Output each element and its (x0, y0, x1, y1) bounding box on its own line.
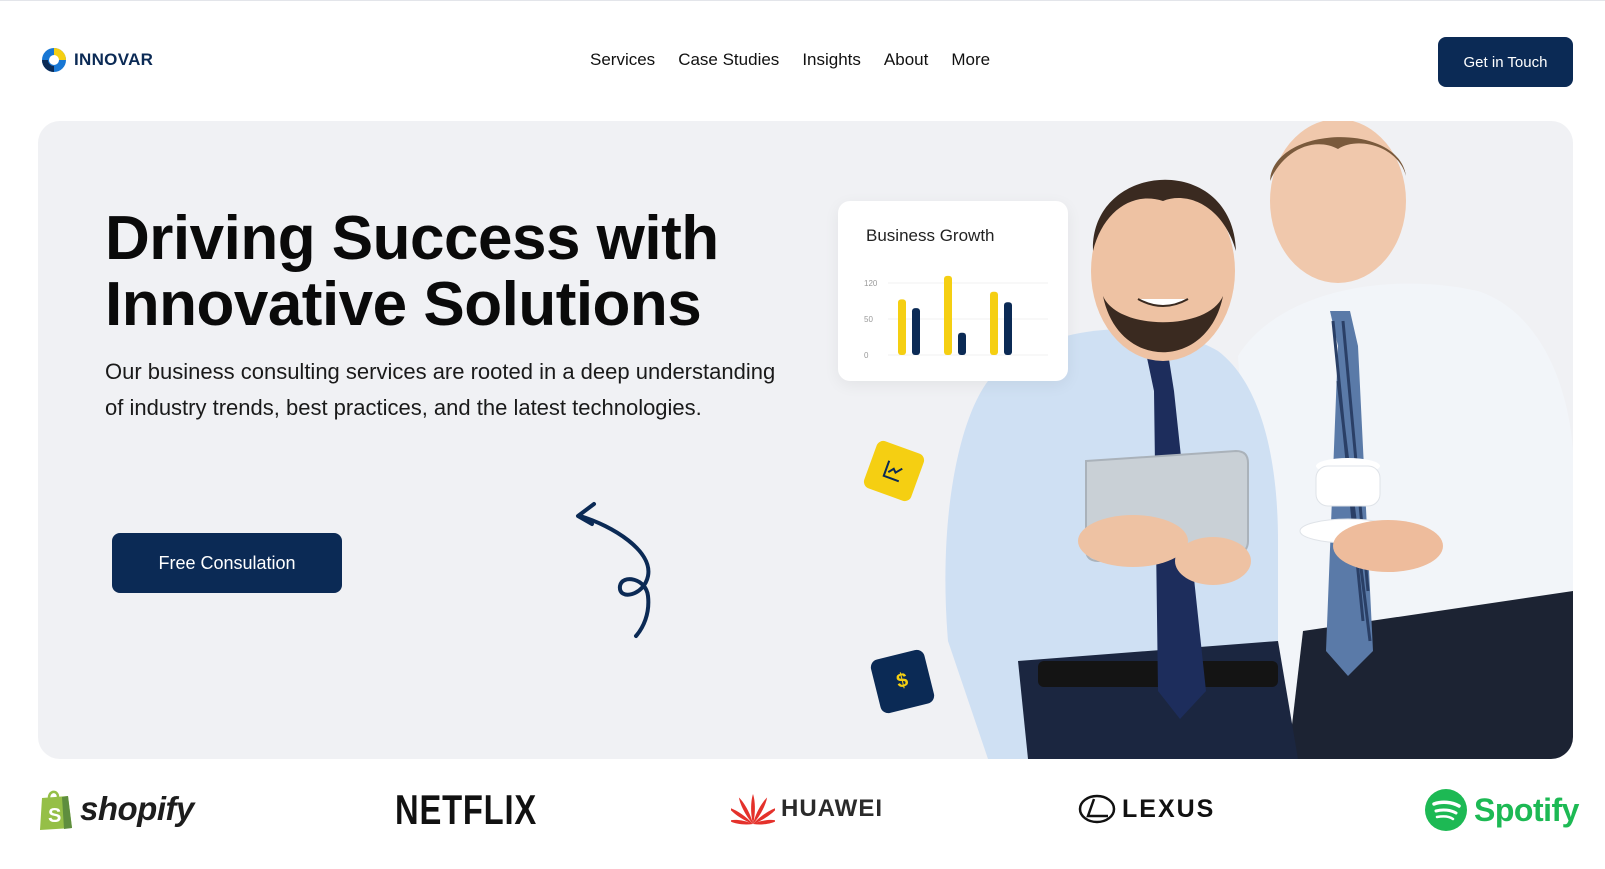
get-in-touch-button[interactable]: Get in Touch (1438, 37, 1573, 87)
nav-insights[interactable]: Insights (802, 50, 861, 70)
partner-logos: S shopify NETFLIX HUAWEI LEXUS Spotify (0, 780, 1605, 850)
hero-headline: Driving Success with Innovative Solution… (105, 206, 805, 338)
nav-case-studies[interactable]: Case Studies (678, 50, 779, 70)
growth-ytick-label: 0 (864, 351, 869, 360)
shopify-wordmark: shopify (80, 790, 194, 827)
growth-bar-chart: 120 50 0 (864, 275, 1048, 360)
growth-bar (912, 308, 920, 355)
business-growth-card: Business Growth 120 50 0 (838, 201, 1068, 381)
shopify-logo: S shopify (38, 788, 194, 830)
headline-line-2: Innovative Solutions (105, 270, 702, 339)
brand-logo[interactable]: INNOVAR (40, 46, 153, 74)
growth-ytick-label: 50 (864, 315, 873, 324)
spotify-logo: Spotify (1424, 788, 1579, 832)
shopify-bag-icon: S (40, 790, 72, 830)
svg-text:S: S (48, 805, 61, 827)
hero-section: Driving Success with Innovative Solution… (38, 121, 1573, 759)
lexus-logo: LEXUS (1078, 794, 1215, 824)
dollar-icon: $ (894, 668, 911, 694)
growth-bar (1004, 302, 1012, 355)
growth-bar (958, 332, 966, 355)
huawei-logo: HUAWEI (731, 792, 883, 826)
spotify-icon (1425, 789, 1467, 831)
brand-name: INNOVAR (74, 50, 154, 69)
growth-card-title: Business Growth (866, 226, 995, 245)
free-consultation-button[interactable]: Free Consulation (112, 533, 342, 593)
innovar-logo-icon (42, 48, 66, 72)
top-border (0, 0, 1605, 1)
lexus-wordmark: LEXUS (1122, 794, 1216, 823)
nav-services[interactable]: Services (590, 50, 655, 70)
spotify-wordmark: Spotify (1474, 791, 1579, 828)
main-nav: Services Case Studies Insights About Mor… (590, 50, 990, 70)
growth-ytick-label: 120 (864, 279, 878, 288)
huawei-flower-icon (731, 794, 775, 825)
trending-chart-icon (882, 460, 903, 483)
hero-subtext: Our business consulting services are roo… (105, 359, 776, 420)
growth-bar (898, 299, 906, 355)
nav-about[interactable]: About (884, 50, 928, 70)
nav-more[interactable]: More (951, 50, 990, 70)
netflix-logo: NETFLIX (395, 786, 577, 834)
growth-bar (944, 275, 952, 355)
headline-line-1: Driving Success with (105, 204, 719, 273)
netflix-wordmark: NETFLIX (395, 786, 537, 833)
trend-badge (861, 438, 927, 504)
huawei-wordmark: HUAWEI (781, 795, 883, 822)
curly-arrow-icon (576, 502, 651, 638)
growth-bar (990, 291, 998, 355)
lexus-emblem-icon (1078, 794, 1116, 824)
